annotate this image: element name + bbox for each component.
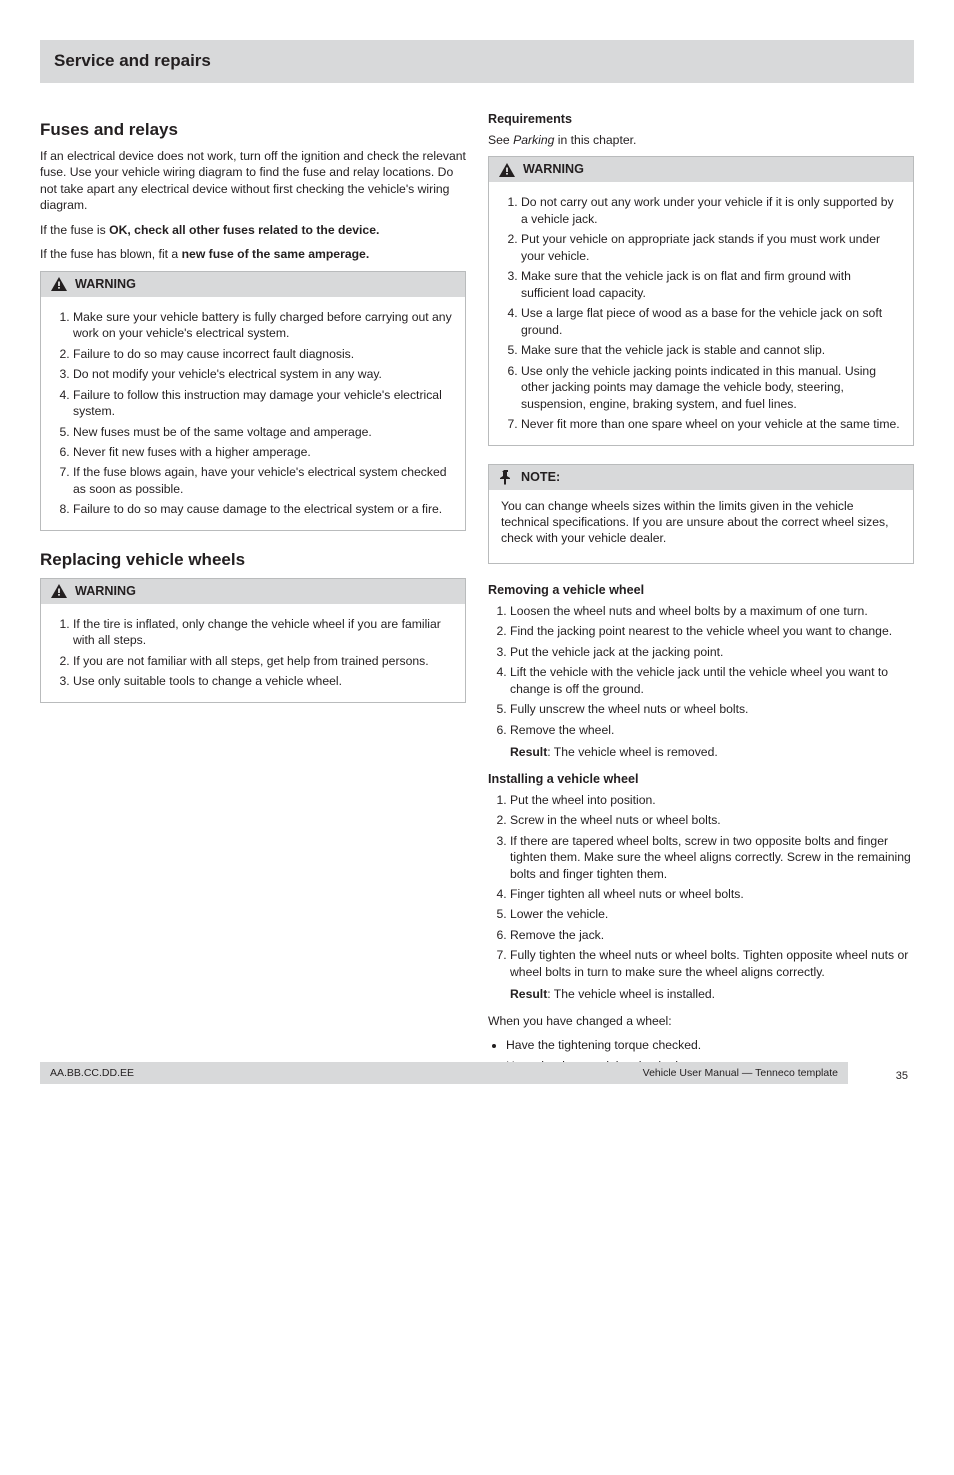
warning-title: WARNING — [75, 583, 136, 600]
list-item: Do not carry out any work under your veh… — [521, 194, 901, 227]
footer-bar: AA.BB.CC.DD.EE Vehicle User Manual — Ten… — [40, 1062, 848, 1084]
warning-box: WARNING Make sure your vehicle battery i… — [40, 271, 466, 531]
list-item: Lift the vehicle with the vehicle jack u… — [510, 664, 914, 697]
list-item: Use only suitable tools to change a vehi… — [73, 673, 453, 689]
two-column-layout: Fuses and relays If an electrical device… — [40, 105, 914, 1084]
list-item: Fully tighten the wheel nuts or wheel bo… — [510, 947, 914, 1002]
warning-title: WARNING — [75, 276, 136, 293]
list-item: Make sure that the vehicle jack is stabl… — [521, 342, 901, 358]
warning-box: WARNING If the tire is inflated, only ch… — [40, 578, 466, 703]
note-header: NOTE: — [489, 465, 913, 490]
list-item: Never fit more than one spare wheel on y… — [521, 416, 901, 432]
list-item: Make sure that the vehicle jack is on fl… — [521, 268, 901, 301]
list-item: Never fit new fuses with a higher ampera… — [73, 444, 453, 460]
warning-list: Make sure your vehicle battery is fully … — [53, 309, 453, 518]
heading-fuses: Fuses and relays — [40, 119, 466, 142]
paragraph: When you have changed a wheel: — [488, 1013, 914, 1029]
list-item: If you are not familiar with all steps, … — [73, 653, 453, 669]
list-item: Make sure your vehicle battery is fully … — [73, 309, 453, 342]
list-item: If there are tapered wheel bolts, screw … — [510, 833, 914, 882]
note-body: You can change wheels sizes within the l… — [489, 490, 913, 563]
paragraph: If an electrical device does not work, t… — [40, 148, 466, 214]
warning-list: Do not carry out any work under your veh… — [501, 194, 901, 432]
list-item: Find the jacking point nearest to the ve… — [510, 623, 914, 639]
warning-header: WARNING — [489, 157, 913, 182]
list-item: Loosen the wheel nuts and wheel bolts by… — [510, 603, 914, 619]
list-item: Failure to do so may cause incorrect fau… — [73, 346, 453, 362]
note-box: NOTE: You can change wheels sizes within… — [488, 464, 914, 564]
heading-requirements: Requirements — [488, 111, 914, 128]
warning-body: Make sure your vehicle battery is fully … — [41, 297, 465, 530]
warning-title: WARNING — [523, 161, 584, 178]
list-item: Use a large flat piece of wood as a base… — [521, 305, 901, 338]
warning-icon — [51, 277, 67, 291]
warning-header: WARNING — [41, 579, 465, 604]
left-column: Fuses and relays If an electrical device… — [40, 105, 466, 1084]
list-item: Put your vehicle on appropriate jack sta… — [521, 231, 901, 264]
list-item: Use only the vehicle jacking points indi… — [521, 363, 901, 412]
warning-header: WARNING — [41, 272, 465, 297]
footer-left: AA.BB.CC.DD.EE — [50, 1066, 134, 1080]
right-column: Requirements See Parking in this chapter… — [488, 105, 914, 1084]
paragraph: If the fuse is OK, check all other fuses… — [40, 222, 466, 238]
list-item: Have the tightening torque checked. — [506, 1037, 914, 1053]
heading-installing-wheel: Installing a vehicle wheel — [488, 771, 914, 788]
title-bar: Service and repairs — [40, 40, 914, 83]
warning-list: If the tire is inflated, only change the… — [53, 616, 453, 690]
warning-body: If the tire is inflated, only change the… — [41, 604, 465, 702]
cross-reference: Parking — [513, 133, 554, 147]
list-item: Finger tighten all wheel nuts or wheel b… — [510, 886, 914, 902]
list-item: Failure to do so may cause damage to the… — [73, 501, 453, 517]
paragraph: If the fuse has blown, fit a new fuse of… — [40, 246, 466, 262]
paragraph: You can change wheels sizes within the l… — [501, 498, 901, 547]
list-item: Screw in the wheel nuts or wheel bolts. — [510, 812, 914, 828]
warning-icon — [51, 584, 67, 598]
list-item: Remove the jack. — [510, 927, 914, 943]
page: Service and repairs Fuses and relays If … — [0, 0, 954, 1124]
warning-body: Do not carry out any work under your veh… — [489, 182, 913, 444]
list-item: Failure to follow this instruction may d… — [73, 387, 453, 420]
list-item: Lower the vehicle. — [510, 906, 914, 922]
paragraph: See Parking in this chapter. — [488, 132, 914, 148]
list-item: Put the wheel into position. — [510, 792, 914, 808]
heading-replacing-wheels: Replacing vehicle wheels — [40, 549, 466, 572]
heading-removing-wheel: Removing a vehicle wheel — [488, 582, 914, 599]
steps-remove: Loosen the wheel nuts and wheel bolts by… — [488, 603, 914, 761]
page-title: Service and repairs — [54, 50, 900, 73]
list-item: Put the vehicle jack at the jacking poin… — [510, 644, 914, 660]
footer-right: Vehicle User Manual — Tenneco template — [643, 1066, 838, 1080]
list-item: Fully unscrew the wheel nuts or wheel bo… — [510, 701, 914, 717]
warning-icon — [499, 163, 515, 177]
list-item: Do not modify your vehicle's electrical … — [73, 366, 453, 382]
note-title: NOTE: — [521, 469, 560, 486]
warning-box: WARNING Do not carry out any work under … — [488, 156, 914, 445]
list-item: If the fuse blows again, have your vehic… — [73, 464, 453, 497]
list-item: If the tire is inflated, only change the… — [73, 616, 453, 649]
pin-icon — [499, 470, 513, 485]
page-number: 35 — [896, 1069, 908, 1084]
steps-install: Put the wheel into position. Screw in th… — [488, 792, 914, 1003]
list-item: New fuses must be of the same voltage an… — [73, 424, 453, 440]
list-item: Remove the wheel.Result: The vehicle whe… — [510, 722, 914, 761]
